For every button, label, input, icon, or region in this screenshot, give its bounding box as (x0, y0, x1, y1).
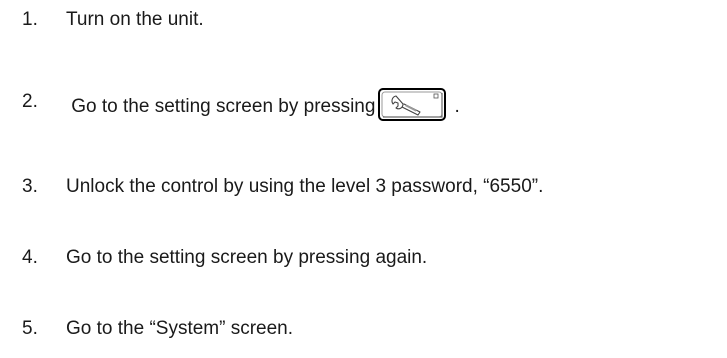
step-text: Turn on the unit. (66, 9, 204, 30)
step-text: Go to the setting screen by pressing aga… (66, 247, 428, 268)
step-number: 3. (22, 176, 38, 197)
step-content: Go to the setting screen by pressing . (66, 88, 460, 124)
step-text: Go to the setting screen by pressing (66, 96, 376, 117)
step-number: 5. (22, 318, 38, 339)
step-suffix: . (454, 96, 460, 117)
wrench-icon (378, 88, 448, 122)
step-text: Unlock the control by using the level 3 … (66, 176, 544, 197)
step-text: Go to the “System” screen. (66, 318, 294, 339)
step-number: 4. (22, 247, 38, 268)
step-number: 1. (22, 9, 38, 30)
step-number: 2. (22, 91, 38, 112)
